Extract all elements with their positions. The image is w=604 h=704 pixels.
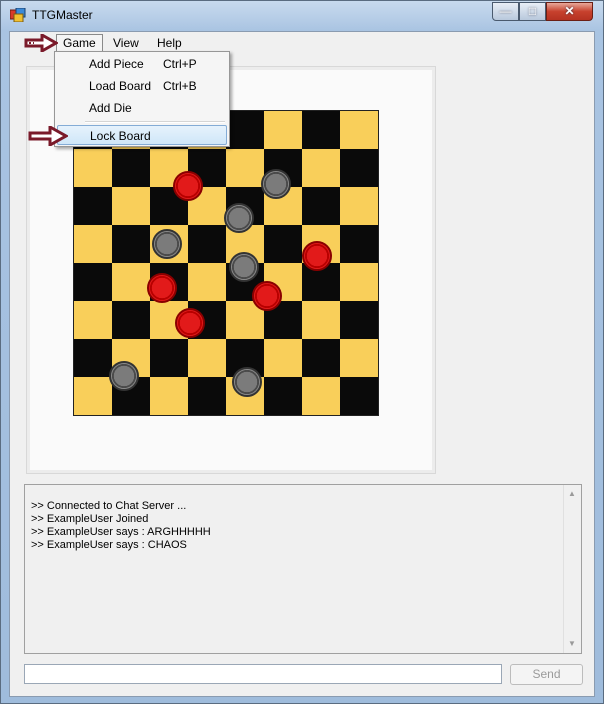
board-square[interactable] — [112, 225, 150, 263]
menu-item-lock-board[interactable]: Lock Board — [57, 125, 227, 145]
board-square[interactable] — [112, 301, 150, 339]
menu-item-load-board[interactable]: Load Board Ctrl+B — [57, 76, 227, 96]
board-square[interactable] — [340, 377, 378, 415]
board-square[interactable] — [150, 377, 188, 415]
close-button[interactable]: ✕ — [546, 2, 593, 21]
menu-item-label: Add Piece — [89, 57, 144, 71]
scroll-up-icon[interactable]: ▲ — [568, 489, 576, 498]
scroll-down-icon[interactable]: ▼ — [568, 639, 576, 648]
board-square[interactable] — [340, 225, 378, 263]
chat-line: >> ExampleUser says : CHAOS — [31, 539, 187, 551]
board-square[interactable] — [112, 263, 150, 301]
board-square[interactable] — [112, 187, 150, 225]
board-square[interactable] — [226, 111, 264, 149]
board-square[interactable] — [74, 187, 112, 225]
grey-game-piece[interactable] — [229, 252, 259, 282]
board-square[interactable] — [74, 149, 112, 187]
board-square[interactable] — [302, 377, 340, 415]
chat-line: >> ExampleUser says : ARGHHHHH — [31, 526, 211, 538]
menu-item-add-piece[interactable]: Add Piece Ctrl+P — [57, 54, 227, 74]
menu-help[interactable]: Help — [151, 34, 188, 52]
grey-game-piece[interactable] — [261, 169, 291, 199]
board-square[interactable] — [302, 187, 340, 225]
red-game-piece[interactable] — [175, 308, 205, 338]
red-game-piece[interactable] — [147, 273, 177, 303]
grey-game-piece[interactable] — [109, 361, 139, 391]
red-game-piece[interactable] — [252, 281, 282, 311]
title-bar[interactable]: TTGMaster — □ ✕ — [1, 1, 603, 31]
chat-line: >> ExampleUser Joined — [31, 513, 149, 525]
board-square[interactable] — [264, 339, 302, 377]
board-square[interactable] — [188, 263, 226, 301]
board-square[interactable] — [340, 187, 378, 225]
minimize-icon: — — [499, 4, 512, 18]
board-square[interactable] — [302, 301, 340, 339]
app-icon — [10, 8, 26, 22]
board-square[interactable] — [340, 149, 378, 187]
board-square[interactable] — [264, 377, 302, 415]
menu-view[interactable]: View — [107, 34, 145, 52]
grey-game-piece[interactable] — [232, 367, 262, 397]
send-button[interactable]: Send — [510, 664, 583, 685]
grey-game-piece[interactable] — [152, 229, 182, 259]
board-square[interactable] — [74, 339, 112, 377]
game-board[interactable] — [73, 110, 379, 416]
board-square[interactable] — [188, 339, 226, 377]
message-input[interactable] — [24, 664, 502, 684]
board-square[interactable] — [302, 339, 340, 377]
game-menu-dropdown: Add Piece Ctrl+P Load Board Ctrl+B Add D… — [54, 51, 230, 147]
red-game-piece[interactable] — [173, 171, 203, 201]
board-square[interactable] — [74, 225, 112, 263]
board-square[interactable] — [264, 111, 302, 149]
menu-item-label: Lock Board — [90, 129, 151, 143]
board-square[interactable] — [226, 149, 264, 187]
menu-item-label: Load Board — [89, 79, 152, 93]
menu-item-shortcut: Ctrl+B — [163, 79, 197, 93]
menu-item-shortcut: Ctrl+P — [163, 57, 197, 71]
board-square[interactable] — [340, 339, 378, 377]
board-square[interactable] — [188, 225, 226, 263]
board-square[interactable] — [150, 339, 188, 377]
board-square[interactable] — [340, 301, 378, 339]
board-square[interactable] — [302, 149, 340, 187]
grey-game-piece[interactable] — [224, 203, 254, 233]
minimize-button[interactable]: — — [492, 2, 519, 21]
pointer-arrow-icon — [24, 34, 58, 52]
window-title: TTGMaster — [32, 8, 93, 22]
board-square[interactable] — [74, 377, 112, 415]
board-square[interactable] — [340, 263, 378, 301]
board-square[interactable] — [188, 377, 226, 415]
board-square[interactable] — [302, 111, 340, 149]
board-square[interactable] — [112, 149, 150, 187]
menu-item-add-die[interactable]: Add Die — [57, 98, 227, 118]
close-icon: ✕ — [564, 4, 575, 18]
chat-lines: >> Connected to Chat Server ... >> Examp… — [31, 500, 211, 552]
board-square[interactable] — [264, 225, 302, 263]
board-square[interactable] — [74, 263, 112, 301]
chat-log[interactable]: >> Connected to Chat Server ... >> Examp… — [24, 484, 582, 654]
maximize-icon: □ — [528, 4, 537, 18]
chat-line: >> Connected to Chat Server ... — [31, 500, 187, 512]
menu-item-label: Add Die — [89, 101, 132, 115]
chat-scrollbar[interactable]: ▲ ▼ — [563, 485, 581, 653]
menu-separator — [85, 121, 225, 123]
maximize-button[interactable]: □ — [519, 2, 546, 21]
board-square[interactable] — [74, 301, 112, 339]
board-square[interactable] — [340, 111, 378, 149]
red-game-piece[interactable] — [302, 241, 332, 271]
pointer-arrow-icon — [28, 126, 68, 146]
